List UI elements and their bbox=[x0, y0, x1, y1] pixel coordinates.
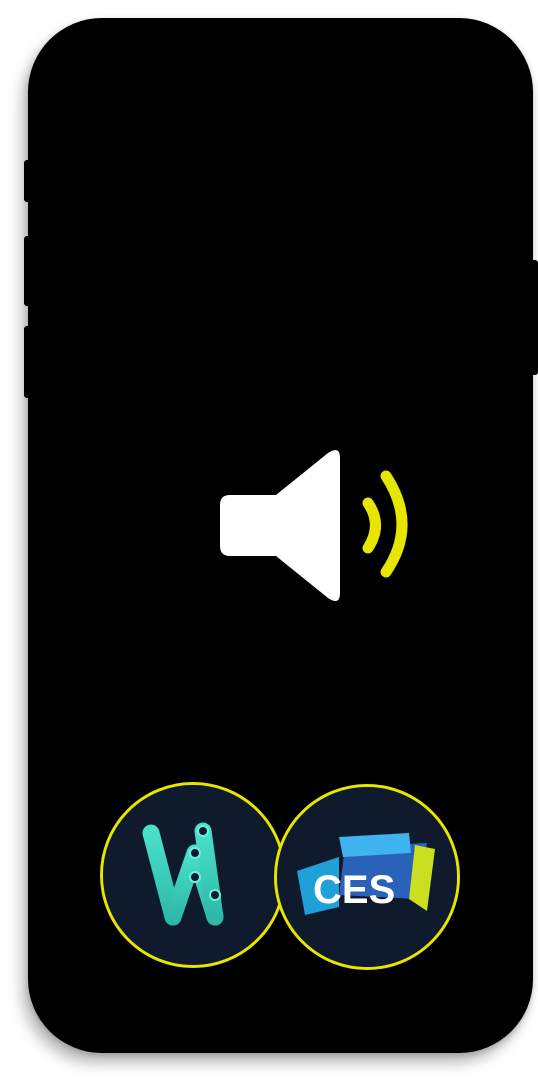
speaker-volume-icon bbox=[218, 448, 418, 603]
partner-logos: CES bbox=[100, 782, 470, 972]
phone-screen: CES bbox=[28, 18, 533, 1053]
volume-wave-large bbox=[380, 470, 408, 578]
speaker-body bbox=[220, 449, 340, 602]
volume-wave-small bbox=[362, 497, 381, 554]
w-logo-icon[interactable] bbox=[100, 782, 286, 968]
phone-stage: CES bbox=[0, 0, 538, 1081]
ces-logo-icon[interactable]: CES bbox=[274, 784, 460, 970]
ces-text: CES bbox=[313, 868, 395, 912]
